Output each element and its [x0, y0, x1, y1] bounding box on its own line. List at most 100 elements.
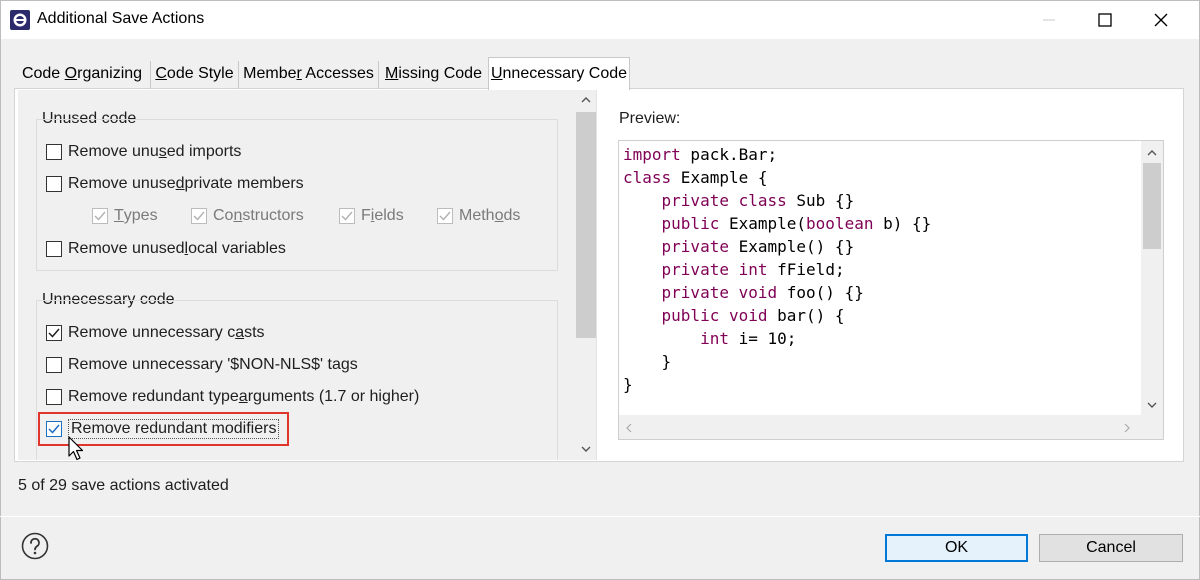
- scrollbar-corner: [1141, 415, 1163, 439]
- scrollbar-thumb[interactable]: [1143, 163, 1161, 249]
- cancel-button[interactable]: Cancel: [1039, 534, 1183, 562]
- remove-non-nls-tags-checkbox[interactable]: Remove unnecessary '$NON-NLS$' tags: [46, 354, 358, 376]
- code-line: }: [623, 373, 931, 396]
- code-text: foo() {}: [777, 283, 864, 302]
- code-line: private int fField;: [623, 258, 931, 281]
- checkbox-box[interactable]: [191, 208, 207, 224]
- remove-unused-local-variables-checkbox[interactable]: Remove unused l ocal variables: [46, 238, 286, 260]
- checkbox-box[interactable]: [46, 176, 62, 192]
- preview-vertical-scrollbar[interactable]: [1141, 141, 1163, 417]
- checkbox-box[interactable]: [46, 144, 62, 160]
- code-line: public Example(boolean b) {}: [623, 212, 932, 235]
- checkbox-mnemonic: n: [233, 207, 243, 224]
- checkbox-label: ds: [503, 207, 521, 224]
- code-text: fField;: [767, 260, 845, 279]
- remove-unnecessary-casts-checkbox[interactable]: Remove unnecessary c a sts: [46, 322, 265, 344]
- scroll-up-icon[interactable]: [1147, 149, 1157, 157]
- preview-code: import pack.Bar; class Example { private …: [623, 143, 931, 396]
- close-button[interactable]: [1133, 1, 1189, 39]
- check-icon: [341, 211, 353, 221]
- checkbox-label: Remove unnecessary c: [68, 324, 236, 341]
- title-bar: Additional Save Actions: [1, 1, 1199, 39]
- code-line: import pack.Bar;: [623, 143, 931, 166]
- checkbox-label: rguments (1.7 or higher): [247, 388, 420, 405]
- checkbox-box[interactable]: [46, 325, 62, 341]
- checkbox-mnemonic: a: [235, 324, 245, 341]
- code-text: pack.Bar;: [680, 145, 778, 164]
- options-scrollbar[interactable]: [576, 90, 596, 460]
- checkbox-label: Remove redundant type: [68, 388, 239, 405]
- remove-unused-private-members-checkbox[interactable]: Remove unuse d private members: [46, 173, 304, 195]
- remove-redundant-type-arguments-checkbox[interactable]: Remove redundant type a rguments (1.7 or …: [46, 386, 419, 408]
- checkbox-label: Co: [213, 207, 234, 224]
- checkbox-box[interactable]: [46, 357, 62, 373]
- code-keyword: private: [661, 260, 729, 279]
- checkbox-box[interactable]: [46, 389, 62, 405]
- checkbox-mnemonic: o: [494, 207, 504, 224]
- code-keyword: class: [738, 191, 787, 210]
- tab-code-style[interactable]: Code Style: [150, 61, 238, 89]
- code-keyword: public: [661, 306, 720, 325]
- checkbox-box[interactable]: [437, 208, 453, 224]
- constructors-checkbox[interactable]: Co n structors: [191, 205, 304, 227]
- checkbox-label: Remove unused: [68, 240, 185, 257]
- tab-mnemonic: C: [155, 65, 167, 82]
- code-keyword: void: [738, 283, 778, 302]
- preview-horizontal-scrollbar[interactable]: [619, 415, 1143, 439]
- app-icon: [10, 10, 30, 30]
- code-keyword: class: [623, 168, 672, 187]
- tab-missing-code[interactable]: Missing Code: [378, 61, 488, 89]
- minimize-button[interactable]: [1021, 1, 1077, 39]
- tab-code-organizing[interactable]: Code Organizing: [14, 61, 150, 89]
- checkbox-label: structors: [242, 207, 304, 224]
- close-icon: [1154, 13, 1168, 27]
- maximize-button[interactable]: [1077, 1, 1133, 39]
- checkbox-label: Remove unu: [68, 143, 159, 160]
- scrollbar-thumb[interactable]: [576, 112, 596, 338]
- code-line: int i= 10;: [623, 327, 931, 350]
- fields-checkbox[interactable]: Fi elds: [339, 205, 404, 227]
- code-text: }: [623, 352, 672, 371]
- code-keyword: private: [661, 237, 729, 256]
- scroll-up-icon[interactable]: [581, 96, 591, 104]
- checkbox-box[interactable]: [46, 241, 62, 257]
- ok-button[interactable]: OK: [885, 534, 1028, 562]
- checkbox-label: sts: [244, 324, 265, 341]
- scroll-down-icon[interactable]: [581, 445, 591, 453]
- code-text: Sub {}: [786, 191, 855, 210]
- maximize-icon: [1098, 13, 1112, 27]
- code-keyword: private: [661, 191, 729, 210]
- types-checkbox[interactable]: Types: [92, 205, 158, 227]
- methods-checkbox[interactable]: Meth o ds: [437, 205, 520, 227]
- scroll-right-icon[interactable]: [1123, 423, 1131, 433]
- window-title: Additional Save Actions: [37, 10, 205, 27]
- checkbox-label: ed imports: [166, 143, 242, 160]
- checkbox-label: elds: [374, 207, 404, 224]
- tab-unnecessary-code[interactable]: Unnecessary Code: [488, 57, 630, 90]
- panel-divider: [596, 90, 597, 460]
- checkbox-box[interactable]: [339, 208, 355, 224]
- minimize-icon: [1043, 19, 1055, 21]
- code-line: private Example() {}: [623, 235, 931, 258]
- help-icon[interactable]: [21, 532, 49, 560]
- preview-code-area[interactable]: import pack.Bar; class Example { private …: [618, 140, 1164, 440]
- checkbox-label: Meth: [459, 207, 495, 224]
- checkbox-box[interactable]: [92, 208, 108, 224]
- scroll-down-icon[interactable]: [1147, 401, 1157, 409]
- tab-label: Membe: [243, 65, 297, 82]
- code-keyword: void: [728, 306, 768, 325]
- code-text: b) {}: [873, 214, 932, 233]
- tab-member-accesses[interactable]: Member Accesses: [238, 61, 378, 89]
- tab-label: issing Code: [398, 65, 482, 82]
- remove-unused-imports-checkbox[interactable]: Remove unu s ed imports: [46, 141, 241, 163]
- scroll-left-icon[interactable]: [625, 423, 633, 433]
- preview-label: Preview:: [619, 110, 681, 127]
- checkbox-label: private members: [184, 175, 304, 192]
